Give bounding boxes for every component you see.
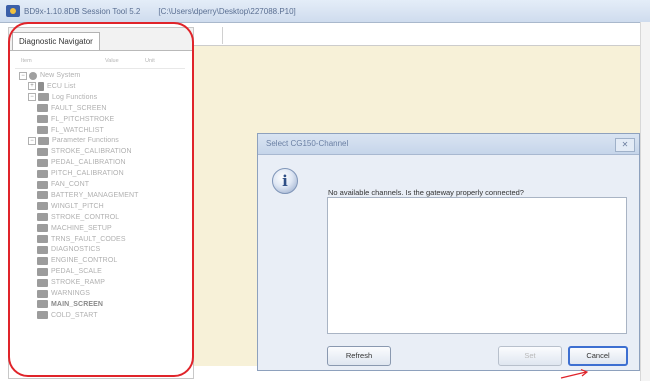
- cancel-button[interactable]: Cancel: [568, 346, 628, 366]
- tree-item[interactable]: WARNINGS: [37, 288, 90, 299]
- folder-icon: [38, 136, 49, 145]
- close-icon[interactable]: ✕: [615, 138, 635, 152]
- folder-icon: [37, 235, 48, 243]
- tree-item[interactable]: FAULT_SCREEN: [37, 103, 107, 114]
- tree-column-header: Item Value Unit: [15, 58, 185, 69]
- tree-item[interactable]: STROKE_RAMP: [37, 277, 105, 288]
- collapse-icon[interactable]: −: [28, 93, 36, 102]
- system-icon: [29, 71, 37, 80]
- tree-item-label: New System: [40, 72, 81, 79]
- tree-item[interactable]: ENGINE_CONTROL: [37, 255, 117, 266]
- tree-item[interactable]: FL_PITCHSTROKE: [37, 114, 114, 125]
- folder-icon: [37, 202, 48, 211]
- collapse-icon[interactable]: −: [19, 71, 27, 80]
- tree-item[interactable]: DIAGNOSTICS: [37, 244, 100, 255]
- tree-item[interactable]: WINGLT_PITCH: [37, 201, 104, 212]
- folder-icon: [37, 311, 48, 320]
- expand-icon[interactable]: +: [28, 82, 36, 91]
- dialog-message: No available channels. Is the gateway pr…: [328, 188, 524, 197]
- tree-item[interactable]: − Log Functions: [28, 92, 97, 103]
- column-header-item[interactable]: Item: [21, 58, 32, 64]
- tree-item[interactable]: MACHINE_SETUP: [37, 223, 112, 234]
- info-icon: i: [272, 168, 298, 194]
- folder-icon: [37, 191, 48, 200]
- tree-item-label: COLD_START: [51, 311, 98, 319]
- folder-icon: [37, 115, 48, 124]
- tree-item[interactable]: TRNS_FAULT_CODES: [37, 234, 126, 245]
- folder-icon: [37, 180, 48, 189]
- set-button[interactable]: Set: [498, 346, 562, 366]
- tree-item-label: FL_PITCHSTROKE: [51, 115, 115, 123]
- folder-icon: [37, 126, 48, 134]
- tree-item[interactable]: COLD_START: [37, 310, 98, 321]
- tree-item[interactable]: STROKE_CONTROL: [37, 212, 119, 223]
- tree-item-label: STROKE_CONTROL: [51, 213, 120, 221]
- tree-item-label: ECU List: [47, 82, 76, 90]
- tree-item[interactable]: FL_WATCHLIST: [37, 125, 104, 136]
- tree-item[interactable]: BATTERY_MANAGEMENT: [37, 190, 139, 201]
- right-scroll-strip[interactable]: [640, 22, 650, 381]
- tree-item-label: PEDAL_SCALE: [51, 268, 102, 276]
- channel-list[interactable]: [327, 197, 627, 334]
- workspace-tab[interactable]: [192, 27, 223, 44]
- refresh-button[interactable]: Refresh: [327, 346, 391, 366]
- column-header-value[interactable]: Value: [105, 58, 119, 64]
- tree-item-label: MACHINE_SETUP: [51, 224, 112, 232]
- tree-item[interactable]: PITCH_CALIBRATION: [37, 168, 124, 179]
- tree-item-label: DIAGNOSTICS: [51, 246, 101, 254]
- tab-diagnostic-navigator[interactable]: Diagnostic Navigator: [12, 32, 100, 50]
- tree-item-label: ENGINE_CONTROL: [51, 257, 118, 265]
- folder-icon: [37, 256, 48, 265]
- tree-item-label: STROKE_CALIBRATION: [51, 148, 132, 156]
- folder-icon: [37, 245, 48, 254]
- app-window: BD9x-1.10.8DB Session Tool 5.2 [C:\Users…: [0, 0, 650, 381]
- collapse-icon[interactable]: −: [28, 136, 36, 145]
- tree-item[interactable]: MAIN_SCREEN: [37, 299, 103, 310]
- tree-item[interactable]: PEDAL_CALIBRATION: [37, 157, 126, 168]
- title-bar: BD9x-1.10.8DB Session Tool 5.2 [C:\Users…: [0, 0, 650, 23]
- folder-icon: [37, 213, 48, 222]
- tree-item-label: STROKE_RAMP: [51, 279, 105, 287]
- tree-item-label: FAULT_SCREEN: [51, 104, 107, 112]
- dialog-title: Select CG150-Channel: [266, 139, 349, 148]
- folder-icon: [37, 104, 48, 113]
- tree-item[interactable]: STROKE_CALIBRATION: [37, 146, 132, 157]
- folder-icon: [37, 158, 48, 167]
- tree-item-label: PEDAL_CALIBRATION: [51, 159, 126, 167]
- window-title: BD9x-1.10.8DB Session Tool 5.2: [24, 6, 141, 16]
- folder-icon: [37, 278, 48, 287]
- tree-item-label: Log Functions: [52, 93, 98, 101]
- navigator-tab-strip: Diagnostic Navigator: [9, 28, 193, 51]
- folder-icon: [37, 300, 48, 309]
- tree-item[interactable]: − New System: [19, 70, 80, 81]
- folder-icon: [37, 147, 48, 156]
- folder-icon: [37, 267, 48, 276]
- select-channel-dialog: Select CG150-Channel ✕ i No available ch…: [257, 133, 640, 371]
- tree-item-label: TRNS_FAULT_CODES: [51, 235, 126, 243]
- column-header-unit[interactable]: Unit: [145, 58, 155, 64]
- folder-icon: [37, 224, 48, 233]
- app-logo-icon: [6, 5, 20, 17]
- dialog-title-bar[interactable]: Select CG150-Channel ✕: [258, 134, 639, 155]
- tree-item-label: FAN_CONT: [51, 181, 90, 188]
- tree-item-label: WARNINGS: [51, 290, 91, 297]
- workspace-tab-strip: [192, 27, 650, 46]
- tree-item-label: Parameter Functions: [52, 137, 119, 145]
- tree-item-label: BATTERY_MANAGEMENT: [51, 191, 139, 199]
- folder-icon: [37, 289, 48, 298]
- tree-item-label: MAIN_SCREEN: [51, 300, 104, 308]
- folder-icon: [37, 169, 48, 178]
- window-file-path: [C:\Users\dperry\Desktop\227088.P10]: [158, 6, 296, 16]
- tree-item-label: PITCH_CALIBRATION: [51, 170, 124, 178]
- tree-item-label: FL_WATCHLIST: [51, 126, 104, 134]
- tree-item[interactable]: FAN_CONT: [37, 179, 89, 190]
- ecu-icon: [38, 81, 44, 91]
- tree-item[interactable]: − Parameter Functions: [28, 135, 119, 146]
- tree-item-label: WINGLT_PITCH: [51, 202, 104, 210]
- arrow-annotation-icon: [560, 368, 589, 379]
- tree-item[interactable]: PEDAL_SCALE: [37, 266, 102, 277]
- tree-item[interactable]: + ECU List: [28, 81, 75, 92]
- folder-icon: [38, 93, 49, 102]
- diagnostic-navigator-panel: Diagnostic Navigator Item Value Unit − Ne…: [8, 27, 194, 379]
